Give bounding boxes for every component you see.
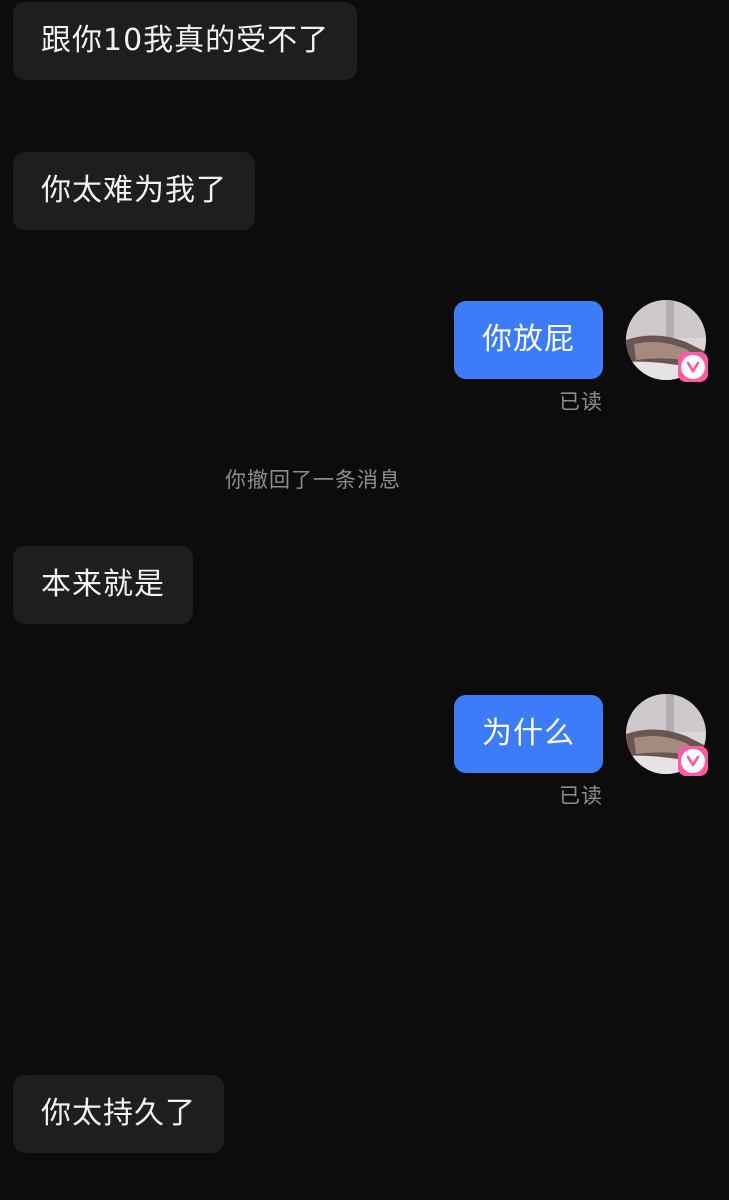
recall-notice: 你撤回了一条消息 — [225, 468, 401, 492]
user-avatar[interactable] — [626, 300, 708, 382]
user-avatar[interactable] — [626, 694, 708, 776]
incoming-message-bubble[interactable]: 本来就是 — [13, 546, 193, 624]
incoming-message-bubble[interactable]: 你太难为我了 — [13, 152, 255, 230]
incoming-message-bubble[interactable]: 跟你10我真的受不了 — [13, 2, 358, 80]
read-status: 已读 — [559, 784, 603, 808]
outgoing-message-bubble[interactable]: 你放屁 — [454, 301, 603, 379]
vip-badge-icon — [678, 352, 708, 382]
incoming-message-bubble[interactable]: 你太持久了 — [13, 1075, 224, 1153]
outgoing-message-bubble[interactable]: 为什么 — [454, 695, 603, 773]
read-status: 已读 — [559, 390, 603, 414]
chat-message-list[interactable]: 跟你10我真的受不了 你太难为我了 你放屁 已读 你撤回了一条消息 本来就是 为… — [0, 0, 729, 1200]
vip-badge-icon — [678, 746, 708, 776]
